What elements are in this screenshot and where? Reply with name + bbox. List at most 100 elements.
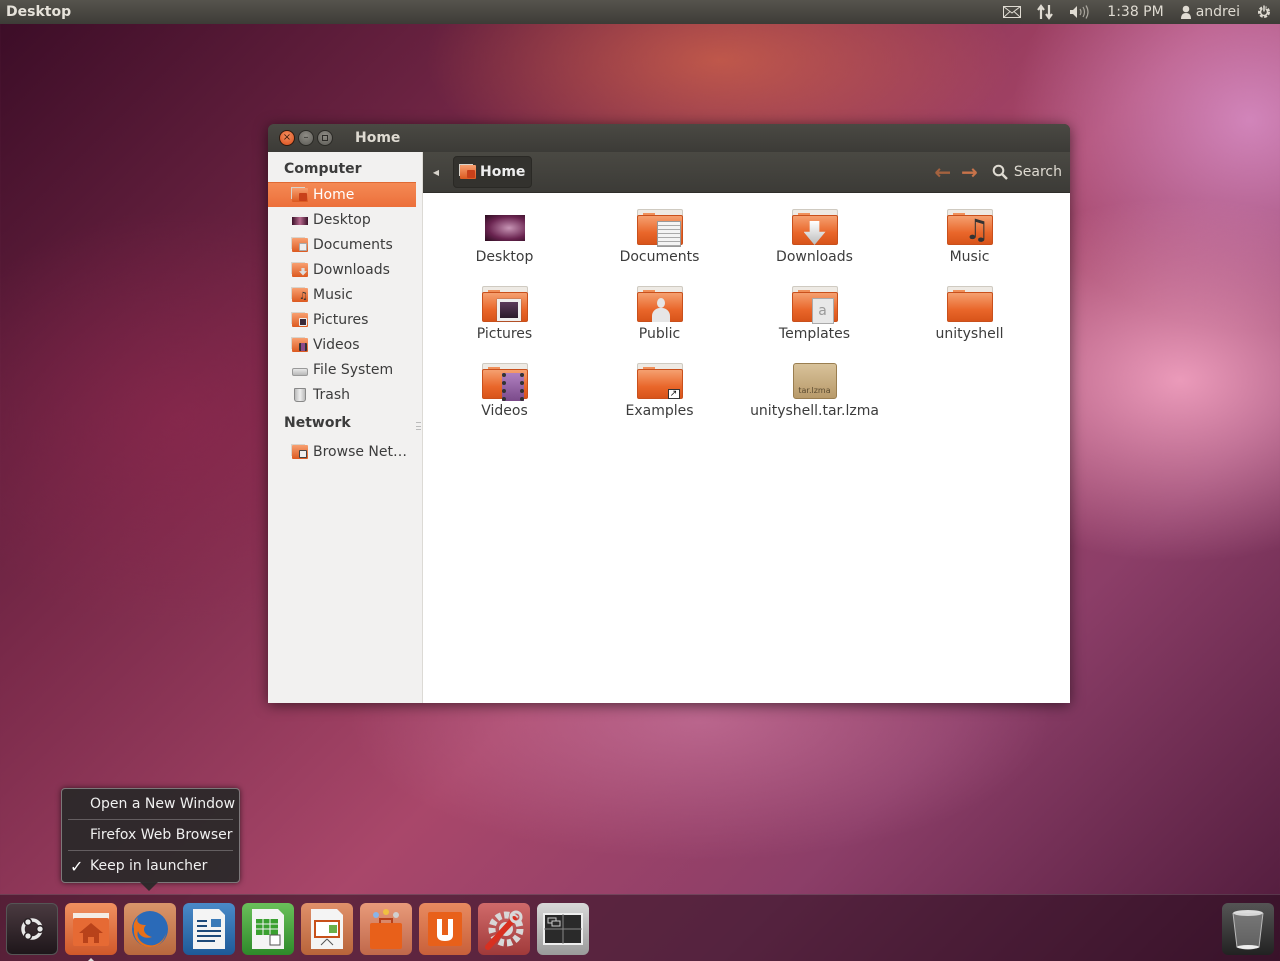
- launcher-libreoffice-impress[interactable]: [301, 903, 353, 955]
- launcher-libreoffice-writer[interactable]: [183, 903, 235, 955]
- file-item-examples[interactable]: ↗ Examples: [582, 363, 737, 419]
- sidebar-item-home[interactable]: Home: [268, 182, 416, 207]
- search-button[interactable]: Search: [992, 164, 1062, 180]
- quicklist-app-name[interactable]: Firefox Web Browser: [62, 820, 239, 850]
- sidebar-item-trash[interactable]: Trash: [268, 382, 416, 407]
- launcher-workspace-switcher[interactable]: [537, 903, 589, 955]
- quicklist-label: Firefox Web Browser: [90, 827, 233, 843]
- sidebar-item-videos[interactable]: Videos: [268, 332, 416, 357]
- launcher-trash[interactable]: [1222, 903, 1274, 955]
- quicklist-keep-in-launcher[interactable]: ✓ Keep in launcher: [62, 851, 239, 881]
- sidebar-item-browse-network[interactable]: Browse Net…: [268, 439, 416, 464]
- network-icon: [1037, 4, 1054, 20]
- sidebar-item-label: Documents: [313, 236, 393, 253]
- messaging-indicator[interactable]: [995, 0, 1029, 24]
- session-indicator[interactable]: [1248, 0, 1280, 24]
- sidebar-item-label: Downloads: [313, 261, 390, 278]
- search-label: Search: [1013, 164, 1062, 180]
- breadcrumb-scroll-left[interactable]: ◀: [423, 168, 449, 177]
- file-label: Templates: [778, 326, 851, 342]
- file-item-unityshell-archive[interactable]: tar.lzma unityshell.tar.lzma: [737, 363, 892, 419]
- sidebar-item-downloads[interactable]: Downloads: [268, 257, 416, 282]
- file-item-videos[interactable]: Videos: [427, 363, 582, 419]
- forward-button[interactable]: →: [961, 162, 978, 182]
- sidebar-item-music[interactable]: ♫ Music: [268, 282, 416, 307]
- search-icon: [992, 164, 1008, 180]
- launcher-system-settings[interactable]: [478, 903, 530, 955]
- settings-icon: [485, 910, 524, 950]
- minimize-icon: –: [303, 132, 309, 143]
- power-gear-icon: [1258, 5, 1270, 18]
- quicklist-open-new-window[interactable]: Open a New Window: [62, 789, 239, 819]
- launcher-ubuntu-one[interactable]: [419, 903, 471, 955]
- workspaces-icon: [543, 913, 583, 945]
- launcher-dash-home[interactable]: [6, 903, 58, 955]
- file-item-public[interactable]: Public: [582, 286, 737, 342]
- sidebar-heading-computer: Computer: [284, 160, 362, 177]
- window-maximize-button[interactable]: [317, 130, 333, 146]
- folder-icon: [946, 286, 993, 322]
- sidebar-item-label: Videos: [313, 336, 360, 353]
- network-indicator[interactable]: [1029, 0, 1061, 24]
- user-icon: [1180, 5, 1191, 19]
- impress-icon: [311, 909, 343, 949]
- file-item-downloads[interactable]: Downloads: [737, 209, 892, 265]
- documents-folder-icon: [292, 237, 308, 252]
- window-close-button[interactable]: ×: [279, 130, 295, 146]
- file-label: Examples: [625, 403, 694, 419]
- sidebar-item-pictures[interactable]: Pictures: [268, 307, 416, 332]
- sidebar-resize-handle[interactable]: [416, 422, 421, 430]
- location-toolbar: ◀ Home ← → Search: [423, 152, 1070, 193]
- check-icon: ✓: [70, 857, 84, 876]
- sidebar-heading-network: Network: [284, 414, 351, 431]
- breadcrumb-home[interactable]: Home: [453, 156, 533, 188]
- pictures-folder-icon: [292, 312, 308, 327]
- file-label: unityshell: [935, 326, 1004, 342]
- home-folder-icon: [73, 913, 109, 946]
- file-item-templates[interactable]: a Templates: [737, 286, 892, 342]
- file-item-pictures[interactable]: Pictures: [427, 286, 582, 342]
- file-label: Pictures: [476, 326, 533, 342]
- user-indicator[interactable]: andrei: [1172, 0, 1248, 24]
- archive-icon: tar.lzma: [792, 363, 837, 399]
- window-minimize-button[interactable]: –: [298, 130, 314, 146]
- file-item-documents[interactable]: Documents: [582, 209, 737, 265]
- home-folder-icon: [460, 165, 476, 179]
- quicklist-pointer: [140, 882, 158, 891]
- launcher-firefox[interactable]: [124, 903, 176, 955]
- sidebar-item-label: Music: [313, 286, 353, 303]
- file-item-unityshell[interactable]: unityshell: [892, 286, 1047, 342]
- sound-indicator[interactable]: [1061, 0, 1099, 24]
- software-center-icon: [370, 909, 402, 949]
- sidebar-item-desktop[interactable]: Desktop: [268, 207, 416, 232]
- main-pane: ◀ Home ← → Search Desktop Documents Down…: [423, 152, 1070, 703]
- launcher-software-center[interactable]: [360, 903, 412, 955]
- writer-icon: [193, 909, 225, 949]
- panel-app-title: Desktop: [6, 4, 72, 20]
- videos-folder-icon: [481, 363, 528, 401]
- clock-indicator[interactable]: 1:38 PM: [1099, 0, 1171, 24]
- downloads-folder-icon: [791, 209, 838, 245]
- file-item-music[interactable]: ♫ Music: [892, 209, 1047, 265]
- breadcrumb-label: Home: [480, 164, 526, 180]
- window-title: Home: [355, 130, 401, 146]
- file-label: unityshell.tar.lzma: [750, 403, 879, 419]
- sidebar-item-label: File System: [313, 361, 394, 378]
- documents-folder-icon: [636, 209, 683, 247]
- quicklist-label: Keep in launcher: [90, 858, 208, 874]
- launcher-quicklist: Open a New Window Firefox Web Browser ✓ …: [61, 788, 240, 891]
- network-folder-icon: [292, 444, 308, 459]
- file-item-desktop[interactable]: Desktop: [427, 209, 582, 265]
- sidebar-item-file-system[interactable]: File System: [268, 357, 416, 382]
- file-label: Public: [638, 326, 681, 342]
- window-titlebar[interactable]: × – Home: [268, 124, 1070, 152]
- launcher-libreoffice-calc[interactable]: [242, 903, 294, 955]
- sidebar-item-documents[interactable]: Documents: [268, 232, 416, 257]
- archive-badge: tar.lzma: [798, 386, 831, 395]
- drive-icon: [292, 367, 308, 376]
- home-folder-icon: [292, 188, 308, 202]
- desktop-icon: [292, 214, 308, 225]
- launcher-home-folder[interactable]: [65, 903, 117, 961]
- back-button[interactable]: ←: [934, 162, 951, 182]
- file-label: Music: [949, 249, 990, 265]
